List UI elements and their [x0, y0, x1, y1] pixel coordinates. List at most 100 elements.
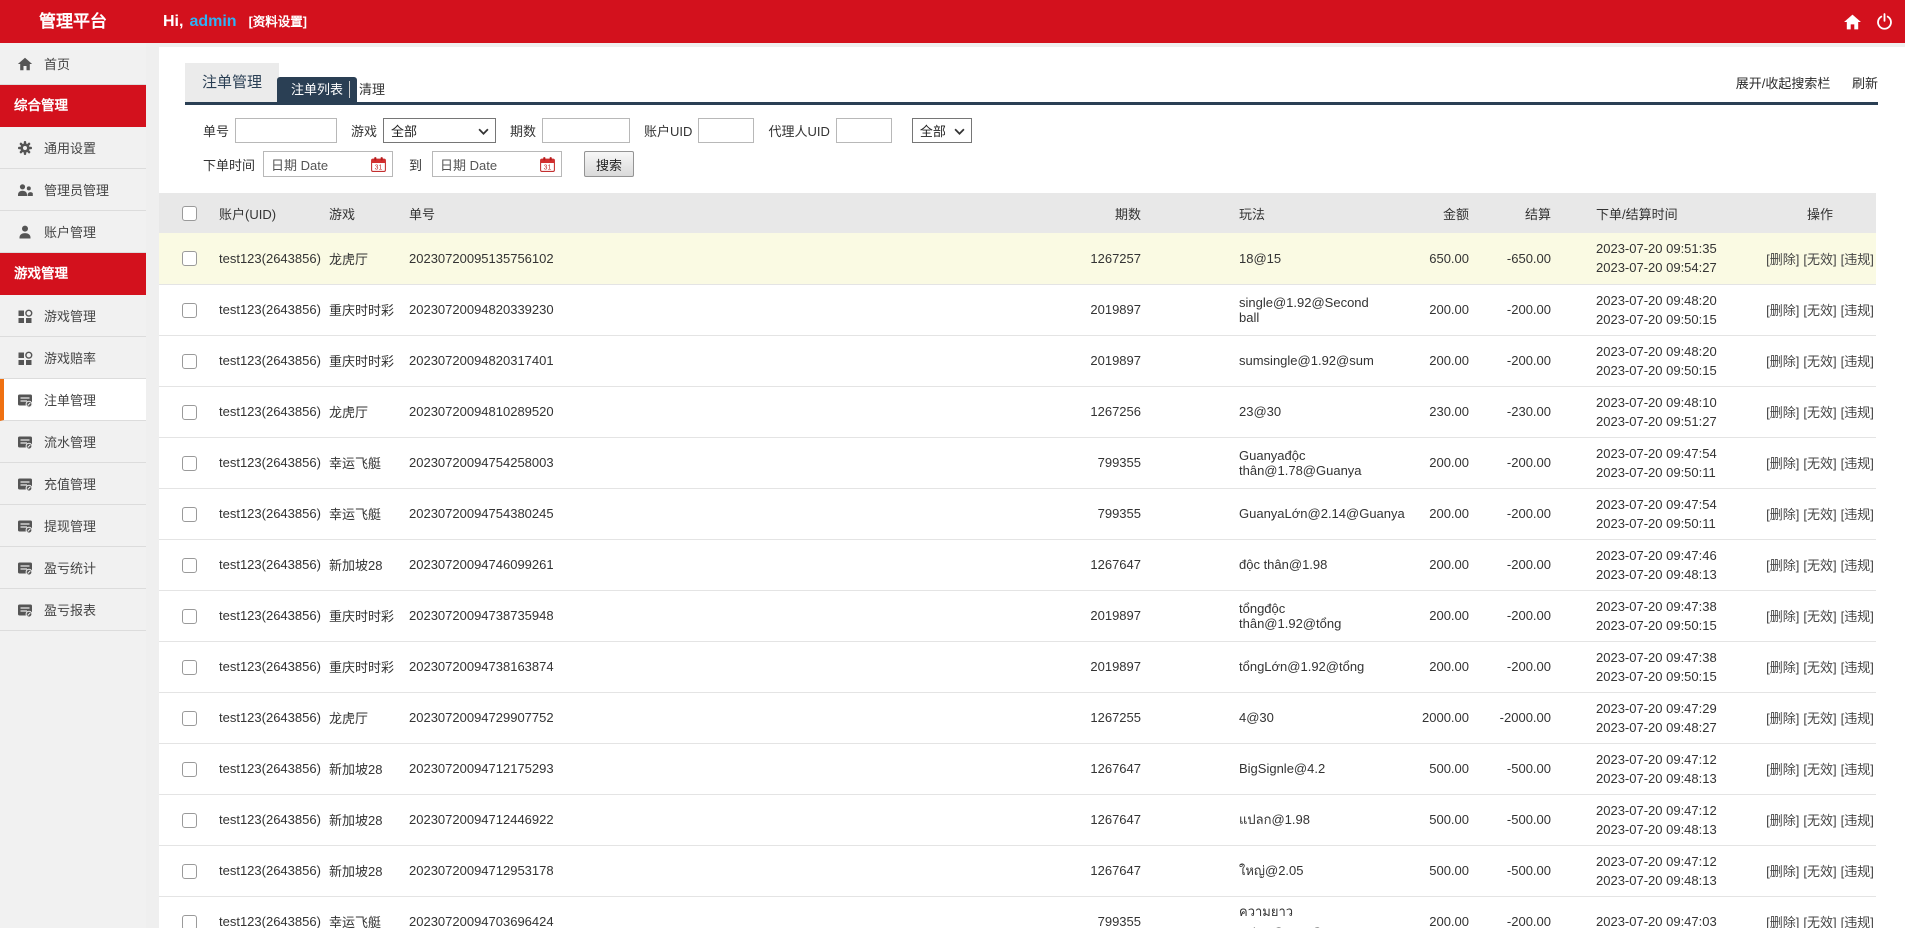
action-invalid[interactable]: [无效]: [1803, 813, 1836, 828]
row-checkbox[interactable]: [181, 557, 197, 573]
cell-play: BigSignle@4.2: [1149, 743, 1389, 795]
action-invalid[interactable]: [无效]: [1803, 507, 1836, 522]
action-invalid[interactable]: [无效]: [1803, 558, 1836, 573]
cell-period: 1267257: [959, 233, 1149, 285]
row-checkbox[interactable]: [181, 251, 197, 267]
row-checkbox[interactable]: [181, 863, 197, 879]
action-delete[interactable]: [删除]: [1766, 252, 1799, 267]
status-select[interactable]: 全部: [911, 118, 972, 143]
row-checkbox[interactable]: [181, 710, 197, 726]
row-checkbox[interactable]: [181, 353, 197, 369]
action-invalid[interactable]: [无效]: [1803, 660, 1836, 675]
row-checkbox[interactable]: [181, 404, 197, 420]
row-checkbox[interactable]: [181, 302, 197, 318]
action-delete[interactable]: [删除]: [1766, 609, 1799, 624]
toggle-search-link[interactable]: 展开/收起搜索栏: [1736, 76, 1831, 91]
row-checkbox[interactable]: [181, 812, 197, 828]
action-delete[interactable]: [删除]: [1766, 762, 1799, 777]
sidebar-item-0[interactable]: 首页: [0, 43, 146, 85]
action-invalid[interactable]: [无效]: [1803, 915, 1836, 928]
home-icon[interactable]: [1843, 13, 1862, 31]
doc-icon: [17, 518, 33, 534]
action-violation[interactable]: [违规]: [1841, 864, 1874, 879]
cell-game: 新加坡28: [329, 794, 409, 846]
sidebar-item-4[interactable]: 账户管理: [0, 211, 146, 253]
power-icon[interactable]: [1876, 12, 1895, 31]
select-all-checkbox[interactable]: [181, 206, 197, 222]
cell-play: 4@30: [1149, 692, 1389, 744]
action-violation[interactable]: [违规]: [1841, 354, 1874, 369]
row-checkbox[interactable]: [181, 506, 197, 522]
action-violation[interactable]: [违规]: [1841, 507, 1874, 522]
row-checkbox[interactable]: [181, 455, 197, 471]
agent-uid-input[interactable]: [835, 118, 892, 143]
action-violation[interactable]: [违规]: [1841, 711, 1874, 726]
sidebar-item-12[interactable]: 盈亏统计: [0, 547, 146, 589]
order-time: 2023-07-20 09:51:35: [1596, 241, 1717, 257]
action-invalid[interactable]: [无效]: [1803, 609, 1836, 624]
action-invalid[interactable]: [无效]: [1803, 864, 1836, 879]
action-delete[interactable]: [删除]: [1766, 813, 1799, 828]
action-violation[interactable]: [违规]: [1841, 762, 1874, 777]
profile-settings-link[interactable]: [资料设置]: [249, 15, 307, 29]
home-icon: [17, 56, 33, 72]
action-invalid[interactable]: [无效]: [1803, 354, 1836, 369]
cell-settle: -650.00: [1469, 233, 1559, 285]
tab-order-list[interactable]: 注单列表: [277, 77, 358, 102]
action-delete[interactable]: [删除]: [1766, 303, 1799, 318]
account-uid-input[interactable]: [698, 118, 755, 143]
sidebar-item-13[interactable]: 盈亏报表: [0, 589, 146, 631]
game-select[interactable]: 全部: [383, 118, 497, 143]
action-invalid[interactable]: [无效]: [1803, 711, 1836, 726]
action-delete[interactable]: [删除]: [1766, 507, 1799, 522]
cell-action: [删除] [无效] [违规]: [1764, 488, 1876, 540]
row-checkbox[interactable]: [181, 608, 197, 624]
row-checkbox[interactable]: [181, 761, 197, 777]
row-checkbox[interactable]: [181, 914, 197, 928]
action-delete[interactable]: [删除]: [1766, 456, 1799, 471]
action-delete[interactable]: [删除]: [1766, 558, 1799, 573]
action-violation[interactable]: [违规]: [1841, 660, 1874, 675]
action-delete[interactable]: [删除]: [1766, 711, 1799, 726]
row-checkbox[interactable]: [181, 659, 197, 675]
sidebar-item-8[interactable]: 注单管理: [0, 379, 146, 421]
order-no-input[interactable]: [235, 118, 338, 143]
sidebar-item-6[interactable]: 游戏管理: [0, 295, 146, 337]
end-date-input[interactable]: 日期 Date 31: [432, 151, 563, 177]
period-input[interactable]: [542, 118, 631, 143]
sidebar-item-10[interactable]: 充值管理: [0, 463, 146, 505]
action-delete[interactable]: [删除]: [1766, 915, 1799, 928]
action-violation[interactable]: [违规]: [1841, 303, 1874, 318]
action-invalid[interactable]: [无效]: [1803, 456, 1836, 471]
action-invalid[interactable]: [无效]: [1803, 303, 1836, 318]
start-date-input[interactable]: 日期 Date 31: [263, 151, 394, 177]
cell-account: test123(2643856): [219, 692, 329, 744]
refresh-link[interactable]: 刷新: [1852, 76, 1878, 91]
sidebar-item-7[interactable]: 游戏赔率: [0, 337, 146, 379]
sidebar-item-label: 管理员管理: [44, 183, 110, 198]
order-time: 2023-07-20 09:48:10: [1596, 394, 1717, 410]
action-delete[interactable]: [删除]: [1766, 354, 1799, 369]
filter-row-2: 下单时间 日期 Date 31 到 日期 Date 31 搜索: [203, 151, 635, 177]
sidebar-item-11[interactable]: 提现管理: [0, 505, 146, 547]
action-violation[interactable]: [违规]: [1841, 252, 1874, 267]
action-violation[interactable]: [违规]: [1841, 609, 1874, 624]
action-violation[interactable]: [违规]: [1841, 558, 1874, 573]
action-delete[interactable]: [删除]: [1766, 660, 1799, 675]
search-button[interactable]: 搜索: [584, 151, 635, 177]
sidebar-item-3[interactable]: 管理员管理: [0, 169, 146, 211]
action-violation[interactable]: [违规]: [1841, 456, 1874, 471]
action-invalid[interactable]: [无效]: [1803, 762, 1836, 777]
sidebar-item-2[interactable]: 通用设置: [0, 127, 146, 169]
action-delete[interactable]: [删除]: [1766, 864, 1799, 879]
action-violation[interactable]: [违规]: [1841, 915, 1874, 928]
action-violation[interactable]: [违规]: [1841, 813, 1874, 828]
action-invalid[interactable]: [无效]: [1803, 252, 1836, 267]
action-violation[interactable]: [违规]: [1841, 405, 1874, 420]
action-delete[interactable]: [删除]: [1766, 405, 1799, 420]
sidebar-item-9[interactable]: 流水管理: [0, 421, 146, 463]
tab-clean[interactable]: 清理: [359, 77, 385, 102]
col-game: 游戏: [329, 193, 409, 233]
cell-time: 2023-07-20 09:51:35 2023-07-20 09:54:27: [1559, 233, 1764, 285]
action-invalid[interactable]: [无效]: [1803, 405, 1836, 420]
